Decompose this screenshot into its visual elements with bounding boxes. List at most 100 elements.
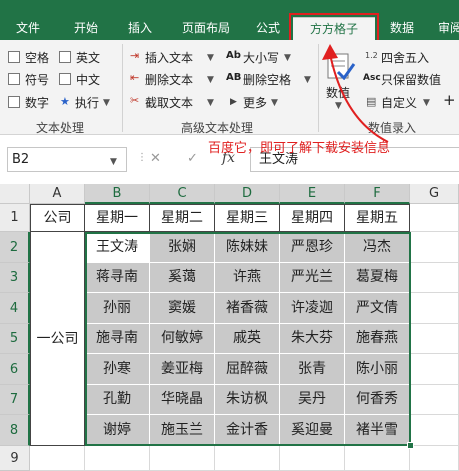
cell-d9[interactable]	[215, 446, 280, 471]
cell-g8[interactable]	[410, 415, 459, 446]
column-header-f[interactable]: F	[345, 184, 410, 204]
cell-d5[interactable]: 戚英	[215, 324, 280, 354]
cancel-button[interactable]: ✕	[150, 151, 161, 166]
checkbox-space[interactable]	[8, 51, 20, 63]
cell-e3[interactable]: 严光兰	[280, 263, 345, 293]
cell-f6[interactable]: 陈小丽	[345, 354, 410, 385]
row-header-5[interactable]: 5	[0, 324, 30, 354]
cell-f5[interactable]: 施春燕	[345, 324, 410, 354]
cell-f7[interactable]: 何香秀	[345, 385, 410, 415]
cell-b4[interactable]: 孙丽	[85, 293, 150, 324]
cell-b9[interactable]	[85, 446, 150, 471]
cell-a2-merged[interactable]: 一公司	[30, 232, 85, 446]
column-header-e[interactable]: E	[280, 184, 345, 204]
cell-g7[interactable]	[410, 385, 459, 415]
case-button[interactable]: 大小写	[243, 49, 279, 66]
cell-c2[interactable]: 张娴	[150, 232, 215, 263]
cell-g2[interactable]	[410, 232, 459, 263]
cell-e9[interactable]	[280, 446, 345, 471]
cell-g9[interactable]	[410, 446, 459, 471]
cell-d4[interactable]: 褚香薇	[215, 293, 280, 324]
cell-e1[interactable]: 星期四	[280, 204, 345, 232]
checkbox-english[interactable]	[59, 51, 71, 63]
cell-c8[interactable]: 施玉兰	[150, 415, 215, 446]
cell-c3[interactable]: 奚蔼	[150, 263, 215, 293]
select-all-corner[interactable]	[0, 184, 30, 204]
cell-c1[interactable]: 星期二	[150, 204, 215, 232]
checkbox-symbol[interactable]	[8, 73, 20, 85]
cell-g1[interactable]	[410, 204, 459, 232]
tab-review[interactable]: 审阅	[430, 17, 459, 40]
checkbox-chinese[interactable]	[59, 73, 71, 85]
cell-f8[interactable]: 褚半雪	[345, 415, 410, 446]
cell-b3[interactable]: 蒋寻南	[85, 263, 150, 293]
tab-page-layout[interactable]: 页面布局	[170, 17, 242, 40]
column-header-b[interactable]: B	[85, 184, 150, 204]
cell-d2[interactable]: 陈妹妹	[215, 232, 280, 263]
cell-c4[interactable]: 窦媛	[150, 293, 215, 324]
confirm-button[interactable]: ✓	[187, 151, 198, 166]
cell-e2[interactable]: 严恩珍	[280, 232, 345, 263]
tab-file[interactable]: 文件	[6, 17, 50, 40]
tab-insert[interactable]: 插入	[118, 17, 162, 40]
insert-text-button[interactable]: 插入文本	[145, 49, 193, 66]
cell-g5[interactable]	[410, 324, 459, 354]
tab-formulas[interactable]: 公式	[248, 17, 288, 40]
cell-f2[interactable]: 冯杰	[345, 232, 410, 263]
cell-b2[interactable]: 王文涛	[85, 232, 150, 263]
tab-home[interactable]: 开始	[62, 17, 110, 40]
cell-c5[interactable]: 何敏婷	[150, 324, 215, 354]
cell-d7[interactable]: 朱访枫	[215, 385, 280, 415]
delete-text-button[interactable]: 删除文本	[145, 71, 193, 88]
chevron-down-icon: ▼	[110, 157, 117, 167]
row-header-6[interactable]: 6	[0, 354, 30, 385]
checkbox-number[interactable]	[8, 96, 20, 108]
cell-e5[interactable]: 朱大芬	[280, 324, 345, 354]
cell-a9[interactable]	[30, 446, 85, 471]
cell-c7[interactable]: 华晓晶	[150, 385, 215, 415]
column-header-d[interactable]: D	[215, 184, 280, 204]
cell-f4[interactable]: 严文倩	[345, 293, 410, 324]
cell-f1[interactable]: 星期五	[345, 204, 410, 232]
cell-e7[interactable]: 吴丹	[280, 385, 345, 415]
cell-e4[interactable]: 许凌迦	[280, 293, 345, 324]
cell-d8[interactable]: 金计香	[215, 415, 280, 446]
column-header-c[interactable]: C	[150, 184, 215, 204]
execute-button[interactable]: 执行	[75, 94, 99, 111]
cell-c6[interactable]: 姜亚梅	[150, 354, 215, 385]
cell-d1[interactable]: 星期三	[215, 204, 280, 232]
row-header-9[interactable]: 9	[0, 446, 30, 471]
cell-b7[interactable]: 孔勤	[85, 385, 150, 415]
cell-a1[interactable]: 公司	[30, 204, 85, 232]
row-header-1[interactable]: 1	[0, 204, 30, 232]
row-header-3[interactable]: 3	[0, 263, 30, 293]
add-button[interactable]: +	[443, 91, 456, 109]
row-header-2[interactable]: 2	[0, 232, 30, 263]
delete-space-button[interactable]: 删除空格	[243, 71, 291, 88]
more-button[interactable]: 更多	[243, 94, 267, 111]
cell-d3[interactable]: 许燕	[215, 263, 280, 293]
cell-f9[interactable]	[345, 446, 410, 471]
row-header-4[interactable]: 4	[0, 293, 30, 324]
cell-c9[interactable]	[150, 446, 215, 471]
column-header-g[interactable]: G	[410, 184, 459, 204]
checkbox-english-label: 英文	[76, 51, 101, 65]
cell-g4[interactable]	[410, 293, 459, 324]
cell-g3[interactable]	[410, 263, 459, 293]
column-header-a[interactable]: A	[30, 184, 85, 204]
tab-data[interactable]: 数据	[380, 17, 424, 40]
cell-f3[interactable]: 葛夏梅	[345, 263, 410, 293]
cell-d6[interactable]: 屈醉薇	[215, 354, 280, 385]
row-header-7[interactable]: 7	[0, 385, 30, 415]
cell-e8[interactable]: 奚迎曼	[280, 415, 345, 446]
fill-handle[interactable]	[407, 442, 414, 449]
cell-b5[interactable]: 施寻南	[85, 324, 150, 354]
cut-text-button[interactable]: 截取文本	[145, 94, 193, 111]
row-header-8[interactable]: 8	[0, 415, 30, 446]
cell-g6[interactable]	[410, 354, 459, 385]
name-box[interactable]: B2	[7, 147, 127, 172]
cell-b8[interactable]: 谢婷	[85, 415, 150, 446]
cell-b1[interactable]: 星期一	[85, 204, 150, 232]
cell-b6[interactable]: 孙寒	[85, 354, 150, 385]
cell-e6[interactable]: 张青	[280, 354, 345, 385]
